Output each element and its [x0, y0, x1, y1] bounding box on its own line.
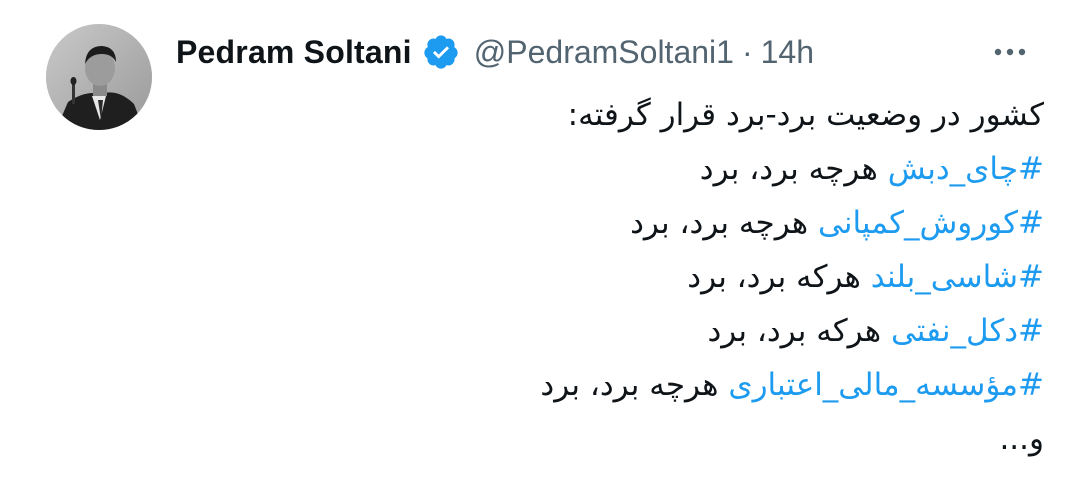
line-text: هرچه برد، برد	[540, 367, 729, 403]
more-options-icon	[994, 48, 1026, 56]
tweet-intro: کشور در وضعیت برد-برد قرار گرفته:	[567, 97, 1044, 133]
line-text: هرچه برد، برد	[630, 205, 819, 241]
display-name[interactable]: Pedram Soltani	[176, 34, 412, 71]
hashtag-link[interactable]: #مؤسسه_مالی_اعتباری	[728, 367, 1044, 403]
avatar[interactable]	[46, 24, 152, 130]
line-text: هرکه برد، برد	[687, 259, 871, 295]
tweet-line: #مؤسسه_مالی_اعتباری هرچه برد، برد	[164, 358, 1044, 412]
tweet-card[interactable]: Pedram Soltani @PedramSoltani1 · 14h کشو…	[0, 0, 1080, 489]
separator-dot: ·	[741, 33, 753, 70]
line-text: هرچه برد، برد	[699, 151, 888, 187]
tweet-text: کشور در وضعیت برد-برد قرار گرفته: #چای_د…	[164, 88, 1044, 466]
hashtag-link[interactable]: #شاسی_بلند	[871, 259, 1044, 295]
tweet-header: Pedram Soltani @PedramSoltani1 · 14h	[176, 30, 814, 74]
verified-badge-icon	[422, 33, 460, 71]
tweet-line: #شاسی_بلند هرکه برد، برد	[164, 250, 1044, 304]
hashtag-link[interactable]: #کوروش_کمپانی	[818, 205, 1044, 241]
line-text: هرکه برد، برد	[707, 313, 891, 349]
tweet-line: #دکل_نفتی هرکه برد، برد	[164, 304, 1044, 358]
tweet-line: #چای_دبش هرچه برد، برد	[164, 142, 1044, 196]
more-options-button[interactable]	[980, 30, 1040, 74]
author-handle[interactable]: @PedramSoltani1	[474, 34, 734, 71]
tweet-ending: و...	[999, 421, 1044, 457]
tweet-line: #کوروش_کمپانی هرچه برد، برد	[164, 196, 1044, 250]
timestamp[interactable]: 14h	[761, 34, 814, 71]
profile-photo-icon	[46, 24, 152, 130]
hashtag-link[interactable]: #چای_دبش	[888, 151, 1044, 187]
hashtag-link[interactable]: #دکل_نفتی	[891, 313, 1044, 349]
